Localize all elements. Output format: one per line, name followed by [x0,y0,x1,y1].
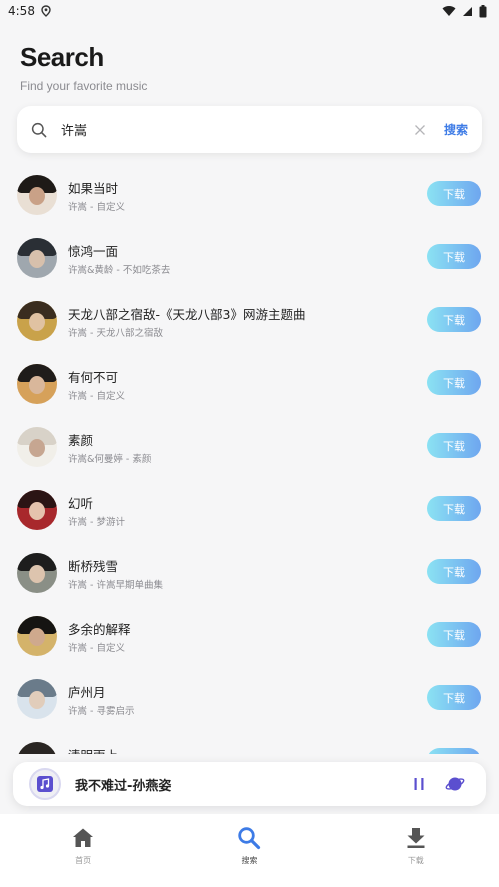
song-title: 清明雨上 [68,745,118,754]
song-artist-album: 许嵩&何曼婷 - 素颜 [68,454,152,465]
search-input[interactable] [61,114,406,145]
result-row[interactable]: 庐州月许嵩 - 寻雾启示 下载 [0,666,499,729]
mini-player[interactable]: 我不难过-孙燕姿 [13,762,486,806]
result-row[interactable]: 幻听许嵩 - 梦游计 下载 [0,477,499,540]
result-row[interactable]: 素颜许嵩&何曼婷 - 素颜 下载 [0,414,499,477]
bottom-nav: 首页 搜索 下载 [0,814,499,887]
album-disc[interactable] [29,768,61,800]
download-button[interactable]: 下载 [427,496,481,521]
nav-search-label: 搜索 [241,856,258,865]
song-title: 有何不可 [68,370,119,385]
page-header: Search Find your favorite music [20,42,147,93]
result-row[interactable]: 断桥残雪许嵩 - 许嵩早期单曲集 下载 [0,540,499,603]
album-cover[interactable] [17,616,57,656]
search-button[interactable]: 搜索 [444,121,468,138]
song-title: 断桥残雪 [68,559,119,574]
nav-home[interactable]: 首页 [0,814,166,887]
status-time: 4:58 [8,4,35,18]
song-artist-album: 许嵩&黄龄 - 不如吃茶去 [68,265,171,276]
search-bar: 搜索 [17,106,482,153]
song-title: 素颜 [68,433,94,448]
album-cover[interactable] [17,238,57,278]
result-row[interactable]: 有何不可许嵩 - 自定义 下载 [0,351,499,414]
playlist-planet-icon[interactable] [445,774,465,794]
download-icon [407,828,425,848]
album-cover[interactable] [17,427,57,467]
search-icon [238,827,261,850]
song-title: 天龙八部之宿敌-《天龙八部3》网游主题曲 [68,307,306,322]
home-icon [73,828,94,847]
nav-search[interactable]: 搜索 [166,814,332,887]
download-button[interactable]: 下载 [427,559,481,584]
album-cover[interactable] [17,364,57,404]
song-title: 庐州月 [68,685,106,700]
download-button[interactable]: 下载 [427,685,481,710]
result-row[interactable]: 如果当时许嵩 - 自定义 下载 [0,162,499,225]
nav-home-label: 首页 [75,856,92,865]
page-subtitle: Find your favorite music [20,79,148,93]
song-title: 如果当时 [68,181,119,196]
search-results-list: 如果当时 许嵩 - 自定义 下载 惊鸿一面 许嵩&黄龄 - 不如吃茶去 下载 天龙八部之宿敌… [0,162,499,754]
result-row[interactable]: 清明雨上 下载 [0,729,499,754]
song-artist-album: 许嵩 - 梦游计 [68,517,125,528]
download-button[interactable]: 下载 [427,622,481,647]
location-icon [41,5,51,17]
page-title: Search [20,42,104,72]
album-cover[interactable] [17,742,57,754]
song-title: 惊鸿一面 [68,244,119,259]
now-playing-title: 我不难过-孙燕姿 [75,779,172,794]
status-bar: 4:58 [0,0,499,22]
album-cover[interactable] [17,679,57,719]
song-artist-album: 许嵩 - 天龙八部之宿敌 [68,328,163,339]
nav-download-label: 下载 [407,856,424,865]
song-artist-album: 许嵩 - 许嵩早期单曲集 [68,580,163,591]
album-cover[interactable] [17,553,57,593]
download-button[interactable]: 下载 [427,307,481,332]
song-title: 多余的解释 [68,622,131,637]
battery-icon [479,4,487,17]
song-artist-album: 许嵩 - 自定义 [68,202,125,213]
search-icon [31,122,47,137]
song-artist-album: 许嵩 - 寻雾启示 [68,706,135,717]
download-button[interactable]: 下载 [427,370,481,395]
nav-download[interactable]: 下载 [333,814,499,887]
album-cover[interactable] [17,301,57,341]
download-button[interactable]: 下载 [427,433,481,458]
result-row[interactable]: 多余的解释许嵩 - 自定义 下载 [0,603,499,666]
result-row[interactable]: 天龙八部之宿敌-《天龙八部3》网游主题曲许嵩 - 天龙八部之宿敌 下载 [0,288,499,351]
signal-icon [463,6,472,16]
album-cover[interactable] [17,490,57,530]
result-row[interactable]: 惊鸿一面许嵩&黄龄 - 不如吃茶去 下载 [0,225,499,288]
download-button[interactable]: 下载 [427,181,481,206]
album-cover[interactable] [17,175,57,215]
song-artist-album: 许嵩 - 自定义 [68,643,125,654]
wifi-icon [442,6,456,17]
download-button[interactable]: 下载 [427,244,481,269]
song-title: 幻听 [68,496,94,511]
pause-icon[interactable] [412,776,426,792]
music-note-icon [37,776,53,792]
clear-icon[interactable] [414,124,426,136]
download-button[interactable]: 下载 [427,748,481,754]
song-artist-album: 许嵩 - 自定义 [68,391,125,402]
